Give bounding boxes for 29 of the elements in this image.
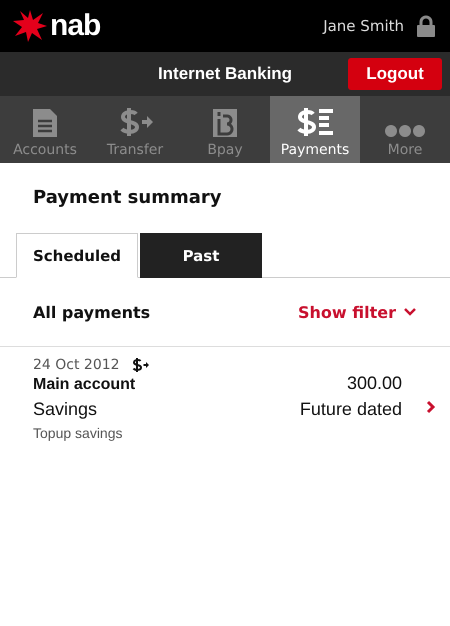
nav-tab[interactable]: Accounts [0, 96, 90, 163]
payment-date: 24 Oct 2012 [33, 357, 120, 373]
tab[interactable]: Scheduled [16, 233, 138, 278]
nav-tab[interactable]: More [360, 96, 450, 163]
payment-status: Future dated [300, 399, 402, 420]
nav-tab[interactable]: Payments [270, 96, 360, 163]
more-icon [384, 124, 426, 138]
chevron-down-icon [404, 308, 416, 316]
logout-button[interactable]: Logout [348, 58, 442, 90]
from-account: Main account [33, 376, 136, 394]
chevron-right-icon [426, 400, 436, 414]
to-account: Savings [33, 399, 98, 420]
payment-description: Topup savings [33, 425, 124, 441]
app-title: Internet Banking [158, 64, 292, 84]
show-filter-link[interactable]: Show filter [298, 302, 416, 322]
logo-text: nab [50, 9, 100, 43]
payment-row[interactable]: 24 Oct 2012 Main account Savings Topup savings 300.00 Future dated [0, 347, 450, 441]
nav-tab[interactable]: Transfer [90, 96, 180, 163]
lock-icon [416, 15, 436, 37]
document-icon [32, 108, 58, 138]
bpay-icon [212, 108, 238, 138]
star-logo-icon [12, 9, 48, 43]
nav-tab[interactable]: Bpay [180, 96, 270, 163]
tab[interactable]: Past [140, 233, 262, 278]
page-title: Payment summary [32, 186, 222, 210]
section-label: All payments [33, 302, 150, 322]
dollar-list-icon [295, 106, 335, 138]
user-name: Jane Smith [323, 17, 404, 35]
payment-amount: 300.00 [346, 373, 402, 394]
